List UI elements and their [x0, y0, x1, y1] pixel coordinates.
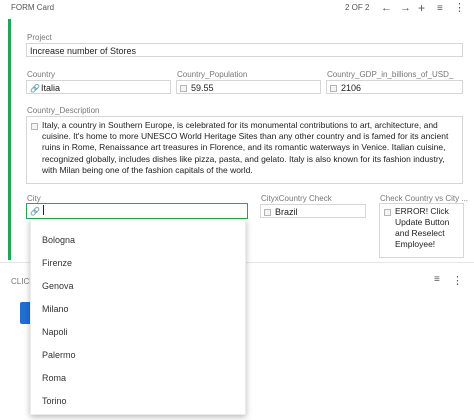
- city-country-check-value: Brazil: [275, 207, 298, 217]
- card-accent-bar: [8, 19, 11, 260]
- checkbox-icon: [31, 123, 38, 130]
- check-country-city-value: ERROR! Click Update Button and Reselect …: [395, 206, 450, 249]
- description-field[interactable]: Italy, a country in Southern Europe, is …: [26, 116, 463, 184]
- dropdown-option[interactable]: Bologna: [42, 234, 75, 246]
- plus-icon[interactable]: +: [418, 0, 425, 16]
- dropdown-option[interactable]: Torino: [42, 395, 67, 407]
- gdp-label: Country_GDP_in_billions_of_USD_: [327, 70, 454, 79]
- gdp-field[interactable]: 2106: [326, 80, 463, 94]
- country-field[interactable]: 🔗Italia: [26, 80, 171, 94]
- more-icon[interactable]: ⋮: [454, 0, 465, 16]
- population-label: Country_Population: [177, 70, 248, 79]
- link-icon: 🔗: [30, 207, 40, 216]
- check-country-city-label: Check Country vs City ...: [380, 194, 469, 203]
- city-input[interactable]: 🔗: [26, 203, 248, 219]
- filter-icon[interactable]: ≡: [434, 274, 440, 285]
- arrow-left-icon[interactable]: ←: [381, 0, 392, 16]
- checkbox-icon: [384, 209, 391, 216]
- dropdown-option[interactable]: Genova: [42, 280, 74, 292]
- dropdown-option[interactable]: Palermo: [42, 349, 76, 361]
- city-country-check-label: CityxCountry Check: [261, 194, 332, 203]
- description-label: Country_Description: [27, 106, 100, 115]
- country-value: Italia: [41, 83, 61, 93]
- project-field[interactable]: Increase number of Stores: [26, 43, 463, 57]
- more-icon[interactable]: ⋮: [452, 274, 463, 287]
- population-value: 59.55: [191, 83, 214, 93]
- dropdown-option[interactable]: Roma: [42, 372, 66, 384]
- check-country-city-field[interactable]: ERROR! Click Update Button and Reselect …: [379, 203, 464, 258]
- checkbox-icon: [264, 209, 271, 216]
- checkbox-icon: [180, 85, 187, 92]
- project-label: Project: [27, 33, 52, 42]
- city-country-check-field[interactable]: Brazil: [260, 204, 366, 218]
- description-value: Italy, a country in Southern Europe, is …: [42, 120, 449, 175]
- text-cursor: [43, 205, 44, 215]
- population-field[interactable]: 59.55: [176, 80, 321, 94]
- pager-indicator: 2 OF 2: [345, 3, 370, 12]
- city-label: City: [27, 194, 41, 203]
- country-label: Country: [27, 70, 56, 79]
- dropdown-option[interactable]: Napoli: [42, 326, 68, 338]
- dropdown-option[interactable]: Firenze: [42, 257, 72, 269]
- link-icon: 🔗: [30, 84, 40, 93]
- arrow-right-icon[interactable]: →: [400, 0, 411, 16]
- city-dropdown[interactable]: Bologna Firenze Genova Milano Napoli Pal…: [30, 219, 246, 415]
- gdp-value: 2106: [341, 83, 362, 93]
- filter-icon[interactable]: ≡: [437, 1, 443, 17]
- checkbox-icon: [330, 85, 337, 92]
- dropdown-option[interactable]: Milano: [42, 303, 69, 315]
- card-header: FORM Card 2 OF 2 ← → + ≡ ⋮: [0, 0, 474, 17]
- card-title: FORM Card: [11, 3, 55, 12]
- project-value: Increase number of Stores: [30, 46, 137, 56]
